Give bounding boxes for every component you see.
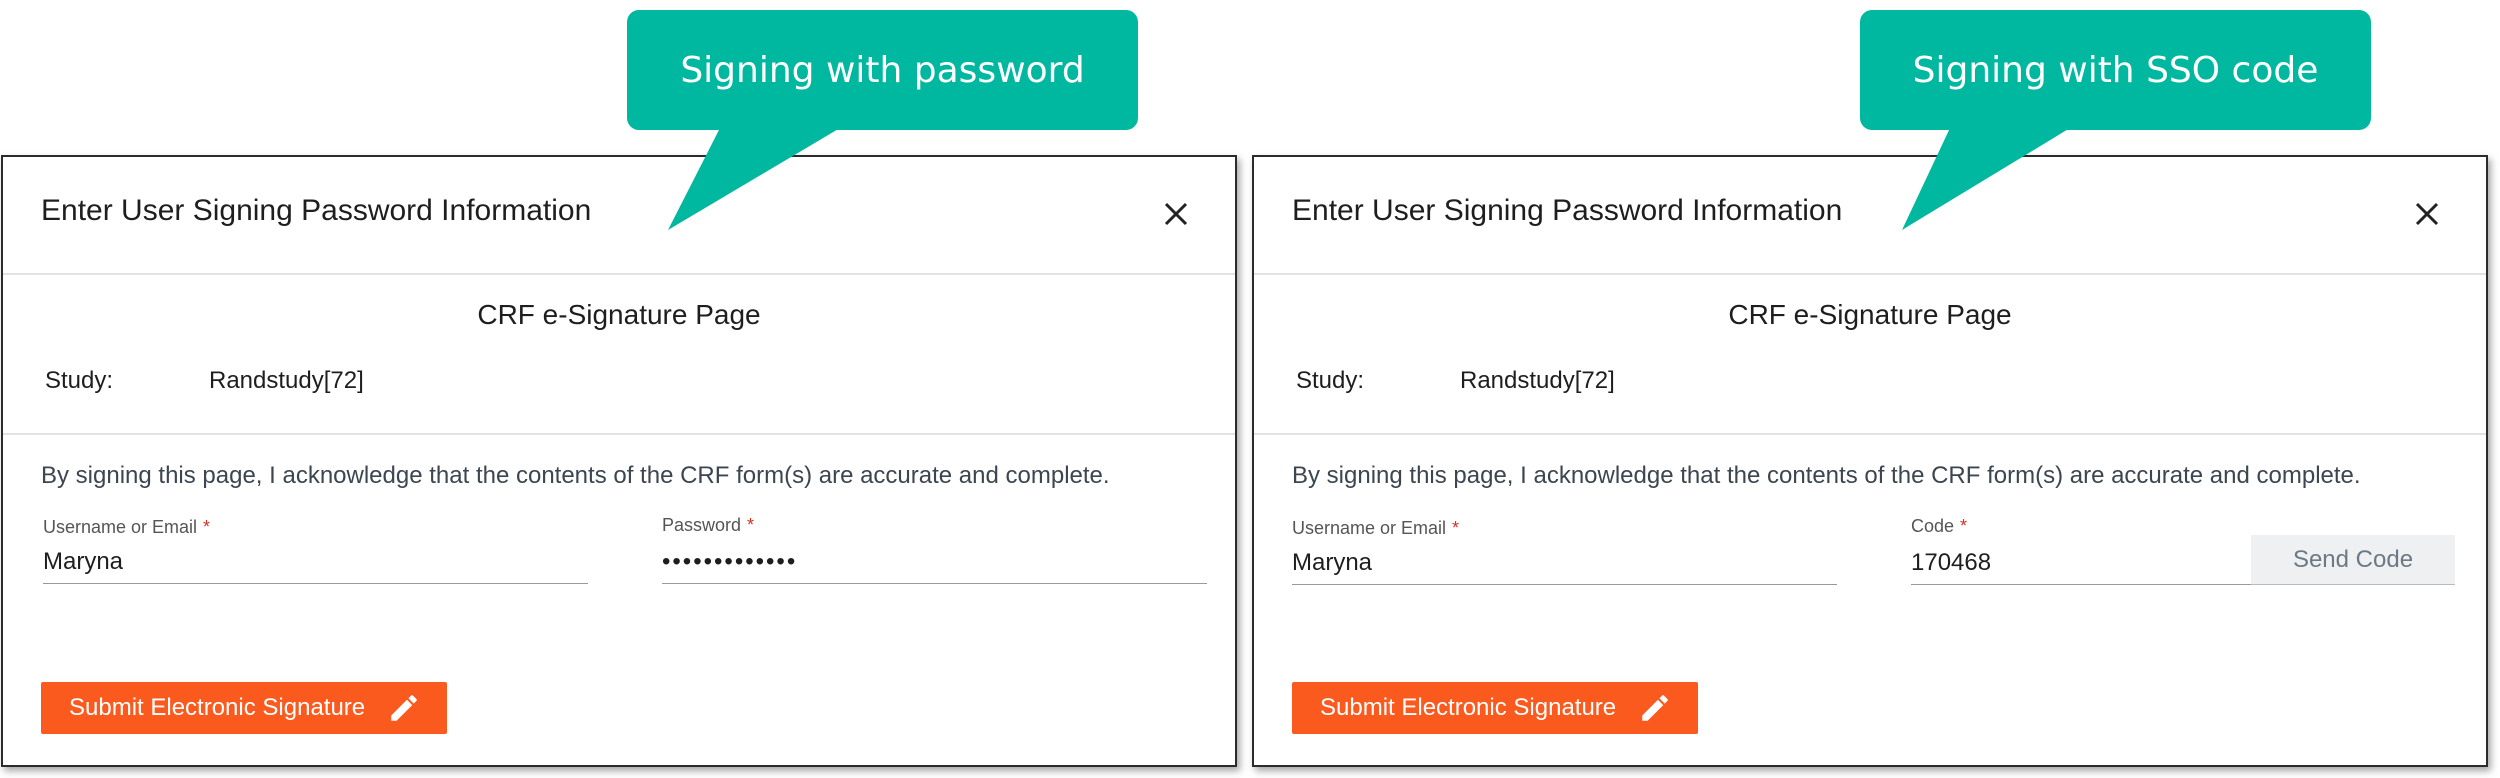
close-button[interactable] (1159, 197, 1193, 231)
submit-button-label: Submit Electronic Signature (1320, 694, 1617, 721)
pencil-icon (391, 695, 417, 721)
required-mark: * (1960, 516, 1968, 536)
close-button[interactable] (2410, 197, 2444, 231)
username-label: Username or Email * (43, 517, 210, 538)
study-value: Randstudy[72] (1460, 367, 1615, 394)
username-label-text: Username or Email (43, 517, 198, 537)
divider (1254, 433, 2486, 435)
code-input[interactable] (1911, 541, 2251, 585)
submit-button-label: Submit Electronic Signature (69, 694, 366, 721)
password-input[interactable] (662, 540, 1207, 584)
submit-signature-button[interactable]: Submit Electronic Signature (1292, 682, 1698, 734)
study-label: Study: (1296, 367, 1365, 394)
username-input[interactable] (1292, 541, 1837, 585)
send-code-button[interactable]: Send Code (2251, 535, 2455, 585)
section-title: CRF e-Signature Page (1728, 299, 2012, 330)
signing-dialog-password: Enter User Signing Password Information … (1, 155, 1237, 767)
password-label-text: Password (662, 515, 742, 535)
acknowledgement-text: By signing this page, I acknowledge that… (1292, 462, 2361, 489)
close-icon (2415, 202, 2439, 226)
close-icon (1164, 202, 1188, 226)
section-title: CRF e-Signature Page (477, 299, 761, 330)
code-label: Code * (1911, 516, 1967, 537)
study-label: Study: (45, 367, 114, 394)
username-input[interactable] (43, 540, 588, 584)
username-label: Username or Email * (1292, 518, 1459, 539)
study-value: Randstudy[72] (209, 367, 364, 394)
callout-sso-label: Signing with SSO code (1912, 49, 2319, 91)
acknowledgement-text: By signing this page, I acknowledge that… (41, 462, 1110, 489)
callout-password-label: Signing with password (680, 49, 1085, 91)
signing-dialog-sso: Enter User Signing Password Information … (1252, 155, 2488, 767)
code-label-text: Code (1911, 516, 1955, 536)
dialog-header: Enter User Signing Password Information (3, 157, 1235, 275)
dialog-title: Enter User Signing Password Information (41, 194, 592, 227)
pencil-icon (1642, 695, 1668, 721)
required-mark: * (203, 517, 211, 537)
dialog-title: Enter User Signing Password Information (1292, 194, 1843, 227)
required-mark: * (1452, 518, 1460, 538)
username-label-text: Username or Email (1292, 518, 1447, 538)
required-mark: * (747, 515, 755, 535)
submit-signature-button[interactable]: Submit Electronic Signature (41, 682, 447, 734)
password-label: Password * (662, 515, 754, 536)
divider (3, 433, 1235, 435)
dialog-header: Enter User Signing Password Information (1254, 157, 2486, 275)
